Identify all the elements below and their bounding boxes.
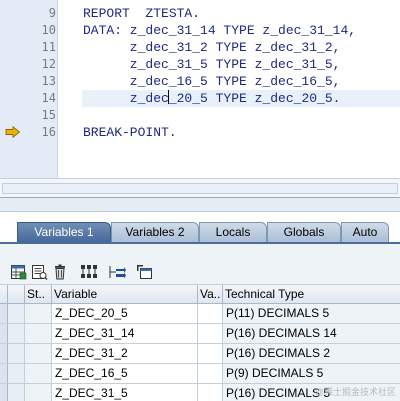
code-line[interactable]: 10 DATA: z_dec_31_14 TYPE z_dec_31_14, bbox=[0, 22, 400, 39]
row-selector-header[interactable] bbox=[0, 285, 8, 304]
row-selector[interactable] bbox=[0, 364, 8, 384]
column-header-value[interactable]: Va.. bbox=[198, 285, 223, 304]
code-text-before-caret: z_dec bbox=[83, 91, 169, 106]
code-text: z_dec_31_5 TYPE z_dec_31_5, bbox=[83, 57, 341, 72]
technical-type-cell: P(9) DECIMALS 5 bbox=[223, 364, 400, 384]
delete-icon[interactable] bbox=[52, 264, 70, 280]
status-cell bbox=[25, 364, 52, 384]
status-cell bbox=[25, 304, 52, 324]
code-text: z_dec_31_2 TYPE z_dec_31_2, bbox=[83, 40, 341, 55]
value-cell[interactable] bbox=[198, 344, 223, 364]
execution-pointer-icon bbox=[5, 126, 21, 138]
navigate-icon[interactable] bbox=[108, 264, 126, 280]
row-selector[interactable] bbox=[0, 344, 8, 364]
table-row[interactable]: Z_DEC_16_5 P(9) DECIMALS 5 bbox=[0, 364, 400, 384]
variables-table: St.. Variable Va.. Technical Type Z_DEC_… bbox=[0, 285, 400, 401]
abap-editor[interactable]: 9 REPORT ZTESTA. 10 DATA: z_dec_31_14 TY… bbox=[0, 0, 400, 178]
code-text-after-caret: _20_5 TYPE z_dec_20_5. bbox=[168, 91, 341, 106]
watermark-text: @稀土掘金技术社区 bbox=[314, 387, 396, 397]
table-row[interactable]: Z_DEC_20_5 P(11) DECIMALS 5 bbox=[0, 304, 400, 324]
tab-variables-1[interactable]: Variables 1 bbox=[17, 222, 111, 243]
status-cell bbox=[25, 384, 52, 401]
row-selector[interactable] bbox=[0, 324, 8, 344]
table-row[interactable]: Z_DEC_31_2 P(16) DECIMALS 2 bbox=[0, 344, 400, 364]
code-line[interactable]: 15 bbox=[0, 107, 400, 124]
row-checkbox-cell[interactable] bbox=[8, 344, 25, 364]
technical-type-cell: P(16) DECIMALS 2 bbox=[223, 344, 400, 364]
variables-toolbar bbox=[0, 244, 400, 285]
tab-auto[interactable]: Auto bbox=[341, 222, 389, 243]
variable-cell[interactable]: Z_DEC_31_5 bbox=[52, 384, 198, 401]
code-text: DATA: z_dec_31_14 TYPE z_dec_31_14, bbox=[83, 23, 357, 38]
technical-type-cell: P(16) DECIMALS 14 bbox=[223, 324, 400, 344]
technical-type-cell: P(11) DECIMALS 5 bbox=[223, 304, 400, 324]
row-checkbox-cell[interactable] bbox=[8, 364, 25, 384]
current-code-line[interactable]: 14 z_dec_20_5 TYPE z_dec_20_5. bbox=[0, 90, 400, 107]
line-number: 13 bbox=[41, 74, 56, 88]
row-checkbox-cell[interactable] bbox=[8, 324, 25, 344]
pane-splitter[interactable] bbox=[0, 198, 400, 212]
table-layout-icon[interactable] bbox=[10, 264, 28, 280]
code-line[interactable]: 11 z_dec_31_2 TYPE z_dec_31_2, bbox=[0, 39, 400, 56]
variable-cell[interactable]: Z_DEC_20_5 bbox=[52, 304, 198, 324]
row-selector[interactable] bbox=[0, 304, 8, 324]
row-checkbox-cell[interactable] bbox=[8, 304, 25, 324]
code-line[interactable]: 13 z_dec_16_5 TYPE z_dec_16_5, bbox=[0, 73, 400, 90]
value-cell[interactable] bbox=[198, 304, 223, 324]
tab-locals[interactable]: Locals bbox=[199, 222, 267, 243]
scrollbar-track[interactable] bbox=[2, 183, 398, 194]
code-text: REPORT ZTESTA. bbox=[83, 6, 201, 21]
column-header-status[interactable]: St.. bbox=[25, 285, 52, 304]
variable-cell[interactable]: Z_DEC_31_2 bbox=[52, 344, 198, 364]
breakpoint-code-line[interactable]: 16 BREAK-POINT. bbox=[0, 124, 400, 141]
code-line[interactable]: 9 REPORT ZTESTA. bbox=[0, 5, 400, 22]
code-line[interactable]: 12 z_dec_31_5 TYPE z_dec_31_5, bbox=[0, 56, 400, 73]
tab-variables-2[interactable]: Variables 2 bbox=[111, 222, 199, 243]
column-header-technical-type[interactable]: Technical Type bbox=[223, 285, 400, 304]
line-number: 16 bbox=[41, 125, 56, 139]
line-number: 15 bbox=[41, 108, 56, 122]
line-number: 12 bbox=[41, 57, 56, 71]
variable-cell[interactable]: Z_DEC_16_5 bbox=[52, 364, 198, 384]
code-text: z_dec_16_5 TYPE z_dec_16_5, bbox=[83, 74, 341, 89]
tab-globals[interactable]: Globals bbox=[267, 222, 341, 243]
line-number: 11 bbox=[41, 40, 56, 54]
horizontal-scrollbar[interactable] bbox=[0, 178, 400, 198]
new-window-icon[interactable] bbox=[136, 264, 154, 280]
row-selector[interactable] bbox=[0, 384, 8, 401]
code-text: z_dec_20_5 TYPE z_dec_20_5. bbox=[83, 90, 340, 107]
table-row[interactable]: Z_DEC_31_14 P(16) DECIMALS 14 bbox=[0, 324, 400, 344]
row-checkbox-cell[interactable] bbox=[8, 384, 25, 401]
value-cell[interactable] bbox=[198, 364, 223, 384]
variable-cell[interactable]: Z_DEC_31_14 bbox=[52, 324, 198, 344]
line-number: 14 bbox=[41, 91, 56, 105]
column-header-variable[interactable]: Variable bbox=[52, 285, 198, 304]
value-cell[interactable] bbox=[198, 384, 223, 401]
code-text: BREAK-POINT. bbox=[83, 125, 177, 140]
line-number: 10 bbox=[41, 23, 56, 37]
hierarchy-icon[interactable] bbox=[80, 264, 98, 280]
status-cell bbox=[25, 344, 52, 364]
status-cell bbox=[25, 324, 52, 344]
value-cell[interactable] bbox=[198, 324, 223, 344]
line-number: 9 bbox=[48, 6, 56, 20]
checkbox-column-header[interactable] bbox=[8, 285, 25, 304]
details-icon[interactable] bbox=[30, 264, 48, 280]
